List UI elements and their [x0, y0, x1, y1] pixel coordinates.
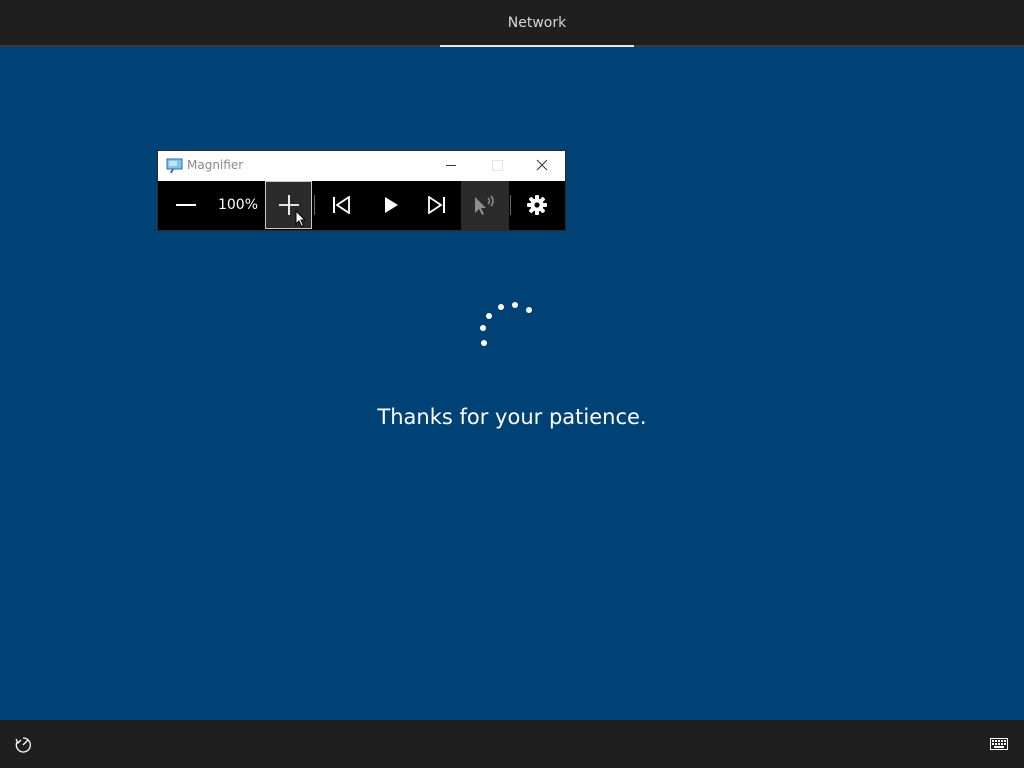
maximize-icon: [492, 160, 503, 171]
zoom-in-button[interactable]: [265, 181, 312, 229]
tab-network-label: Network: [507, 15, 567, 31]
ease-of-access-icon[interactable]: [14, 736, 32, 754]
loading-spinner: [470, 292, 540, 352]
zoom-out-button[interactable]: [162, 181, 210, 230]
read-next-button[interactable]: [413, 181, 461, 230]
minimize-icon: [446, 165, 456, 166]
tab-active-indicator: [440, 45, 634, 47]
read-from-mouse-icon: [475, 195, 494, 215]
top-bar: Network: [0, 0, 1024, 47]
magnifier-title: Magnifier: [187, 158, 244, 172]
skip-forward-icon: [428, 196, 445, 214]
close-icon: [536, 159, 548, 171]
spinner-dot: [526, 307, 532, 313]
magnifier-app-icon: [166, 158, 183, 173]
tab-network[interactable]: Network: [440, 0, 634, 47]
close-button[interactable]: [519, 151, 565, 181]
gear-icon: [527, 195, 547, 215]
minimize-button[interactable]: [428, 151, 474, 181]
spinner-dot: [498, 304, 504, 310]
magnifier-toolbar: 100%: [158, 181, 565, 230]
toolbar-separator: [510, 195, 511, 215]
toolbar-separator: [314, 195, 315, 215]
read-from-mouse-button[interactable]: [461, 181, 509, 230]
read-previous-button[interactable]: [316, 181, 364, 230]
maximize-button: [474, 151, 520, 181]
spinner-dot: [480, 325, 486, 331]
spinner-dot: [486, 313, 492, 319]
skip-back-icon: [333, 196, 350, 214]
spinner-dot: [512, 302, 518, 308]
magnifier-titlebar[interactable]: Magnifier: [158, 151, 565, 181]
status-message: Thanks for your patience.: [377, 405, 647, 429]
spinner-dot: [481, 340, 487, 346]
keyboard-icon[interactable]: [990, 738, 1008, 750]
bottom-bar: [0, 720, 1024, 768]
magnifier-window: Magnifier 100%: [158, 151, 565, 230]
zoom-level: 100%: [217, 197, 259, 213]
settings-button[interactable]: [513, 181, 561, 230]
play-icon: [385, 197, 398, 213]
read-play-button[interactable]: [365, 181, 413, 230]
minus-icon: [176, 204, 196, 206]
mouse-cursor-icon: [295, 210, 307, 228]
